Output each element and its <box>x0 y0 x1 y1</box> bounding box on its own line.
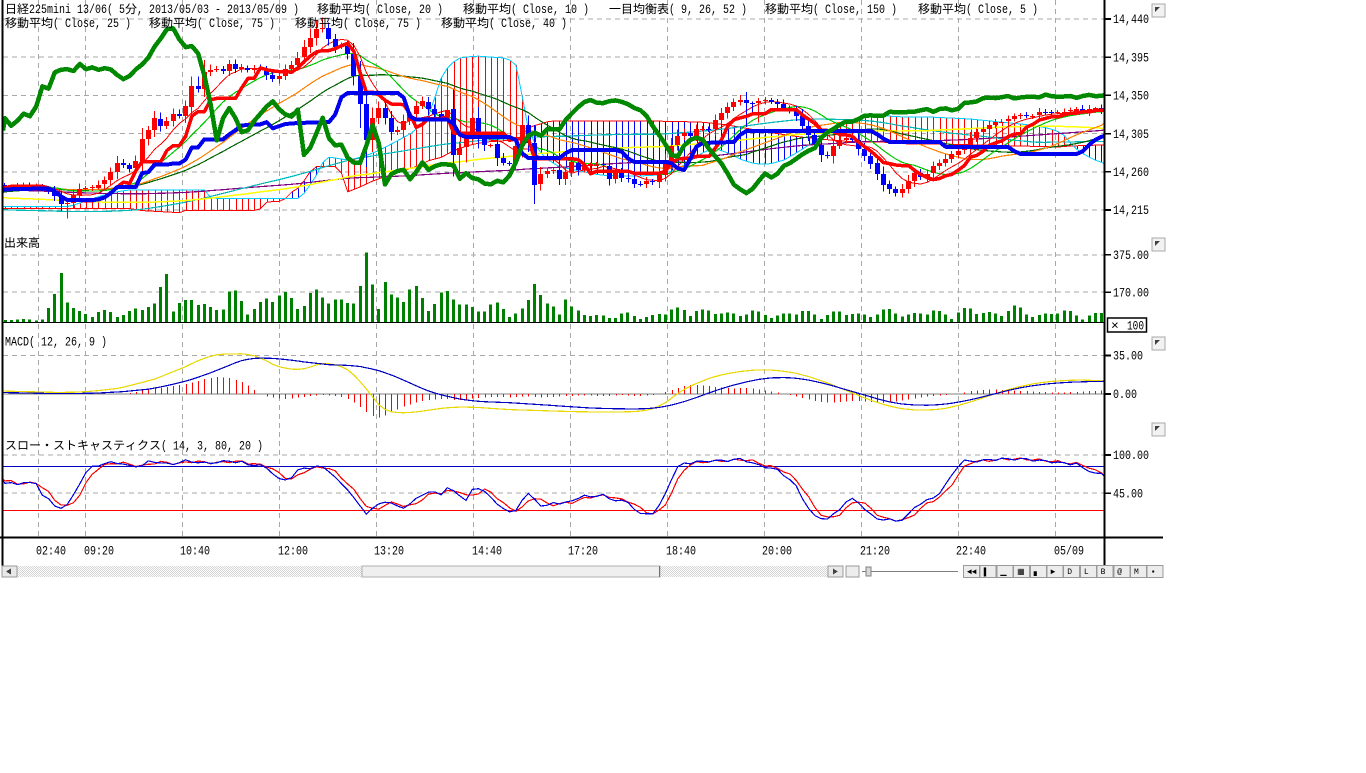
svg-text:225mini 13/06( 5: 225mini 13/06( 5 <box>29 2 125 17</box>
svg-text:20:00: 20:00 <box>762 544 792 559</box>
svg-text:@: @ <box>1117 568 1122 577</box>
svg-text:100.00: 100.00 <box>1113 448 1149 463</box>
svg-text:100: 100 <box>1127 318 1144 333</box>
svg-text:170.00: 170.00 <box>1113 285 1149 300</box>
svg-text:D: D <box>1067 568 1072 577</box>
svg-text:MACD( 12, 26, 9 ): MACD( 12, 26, 9 ) <box>5 335 107 350</box>
svg-text:14,350: 14,350 <box>1113 89 1149 104</box>
svg-text:◄◄: ◄◄ <box>967 568 977 577</box>
svg-text:L: L <box>1084 568 1089 577</box>
svg-text:18:40: 18:40 <box>666 544 696 559</box>
svg-text:▖: ▖ <box>1033 568 1040 577</box>
svg-text:B: B <box>1101 568 1106 577</box>
svg-text:13:20: 13:20 <box>374 544 404 559</box>
svg-text:►: ► <box>1051 568 1056 577</box>
svg-text:0.00: 0.00 <box>1113 387 1137 402</box>
svg-text:( Close, 75 ): ( Close, 75 ) <box>343 16 421 31</box>
svg-text:, 2013/05/03 - 2013/05/09 ): , 2013/05/03 - 2013/05/09 ) <box>137 2 299 17</box>
svg-text:( Close, 5 ): ( Close, 5 ) <box>966 2 1038 17</box>
svg-text:14,215: 14,215 <box>1113 203 1149 218</box>
svg-text:375.00: 375.00 <box>1113 248 1149 263</box>
svg-text:22:40: 22:40 <box>956 544 986 559</box>
svg-text:▁: ▁ <box>999 568 1007 577</box>
svg-text:M: M <box>1134 568 1139 577</box>
svg-text:17:20: 17:20 <box>568 544 598 559</box>
svg-text:21:20: 21:20 <box>860 544 890 559</box>
svg-text:( Close, 10 ): ( Close, 10 ) <box>511 2 589 17</box>
svg-text:45.00: 45.00 <box>1113 486 1143 501</box>
svg-text:14,395: 14,395 <box>1113 50 1149 65</box>
svg-text:12:00: 12:00 <box>278 544 308 559</box>
svg-text:▪: ▪ <box>1151 568 1156 577</box>
svg-text:▦: ▦ <box>1017 568 1025 577</box>
svg-text:14,440: 14,440 <box>1113 12 1149 27</box>
svg-text:▌: ▌ <box>984 567 989 577</box>
svg-text:( Close, 75 ): ( Close, 75 ) <box>197 16 275 31</box>
svg-text:×: × <box>1111 318 1119 333</box>
svg-text:( 14, 3, 80, 20 ): ( 14, 3, 80, 20 ) <box>161 439 263 454</box>
svg-text:02:40: 02:40 <box>36 544 66 559</box>
svg-text:09:20: 09:20 <box>84 544 114 559</box>
svg-text:14,260: 14,260 <box>1113 165 1149 180</box>
svg-text:14,305: 14,305 <box>1113 127 1149 142</box>
svg-text:35.00: 35.00 <box>1113 349 1143 364</box>
svg-text:14:40: 14:40 <box>472 544 502 559</box>
svg-text:( Close, 40 ): ( Close, 40 ) <box>489 16 567 31</box>
svg-text:( Close, 25 ): ( Close, 25 ) <box>53 16 131 31</box>
svg-text:( 9, 26, 52 ): ( 9, 26, 52 ) <box>669 2 747 17</box>
svg-text:10:40: 10:40 <box>180 544 210 559</box>
svg-text:05/09: 05/09 <box>1054 544 1084 559</box>
svg-text:( Close, 20 ): ( Close, 20 ) <box>365 2 443 17</box>
svg-text:( Close, 150 ): ( Close, 150 ) <box>813 2 897 17</box>
